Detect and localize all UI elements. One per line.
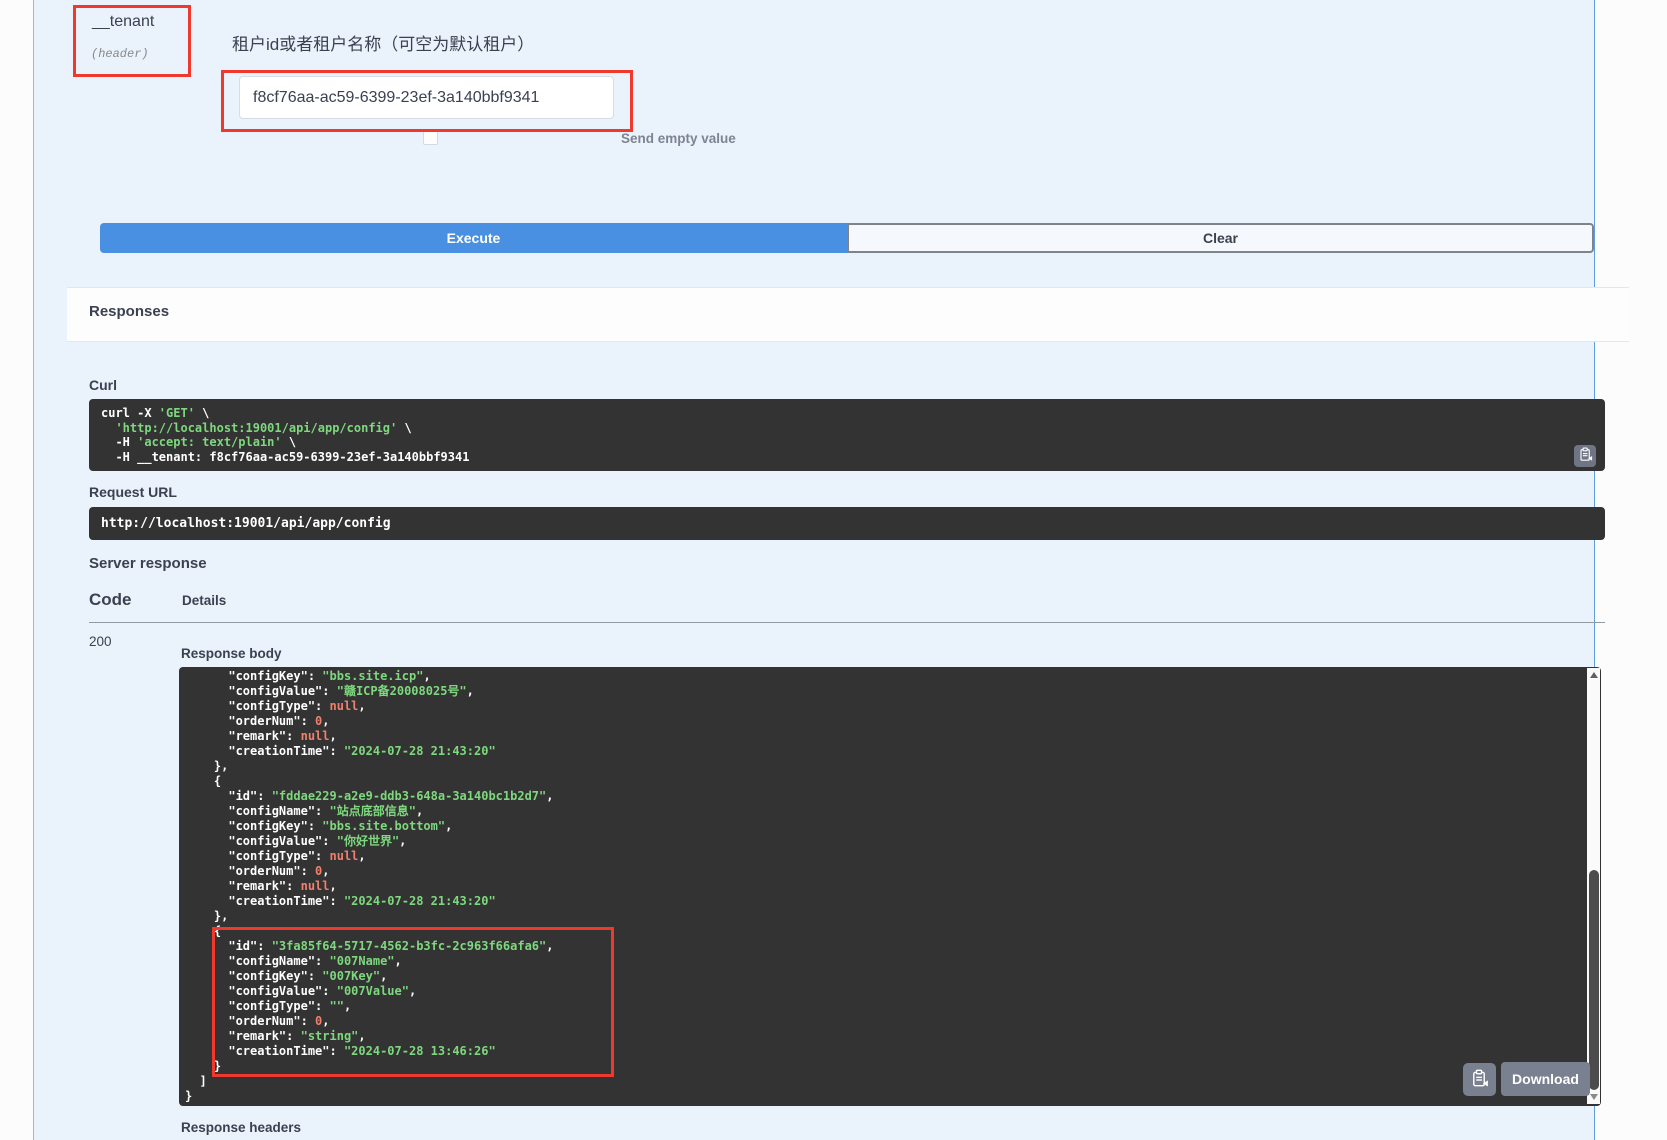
response-body-copy-button[interactable] — [1463, 1063, 1496, 1096]
response-table-divider — [89, 622, 1605, 623]
request-url-text: http://localhost:19001/api/app/config — [101, 516, 391, 531]
scroll-down-arrow-icon[interactable] — [1590, 1094, 1598, 1100]
status-code: 200 — [89, 634, 112, 649]
request-url-label: Request URL — [89, 484, 177, 500]
swagger-operation-page: __tenant (header) 租户id或者租户名称（可空为默认租户） Se… — [0, 0, 1667, 1140]
scrollbar-thumb[interactable] — [1589, 870, 1599, 1090]
response-body-block: "configKey": "bbs.site.icp", "configValu… — [179, 667, 1601, 1106]
server-response-label: Server response — [89, 555, 207, 572]
responses-header-band — [67, 287, 1629, 342]
details-column-header: Details — [182, 593, 226, 608]
clear-button[interactable]: Clear — [847, 223, 1594, 253]
response-body-label: Response body — [181, 646, 282, 661]
execute-button[interactable]: Execute — [100, 223, 847, 253]
opblock-section: __tenant (header) 租户id或者租户名称（可空为默认租户） Se… — [33, 0, 1595, 1140]
curl-command-block: curl -X 'GET' \ 'http://localhost:19001/… — [89, 399, 1605, 471]
scroll-up-arrow-icon[interactable] — [1590, 672, 1598, 678]
parameter-description: 租户id或者租户名称（可空为默认租户） — [232, 30, 534, 55]
send-empty-checkbox[interactable] — [423, 130, 438, 145]
download-button[interactable]: Download — [1501, 1062, 1590, 1096]
clipboard-copy-icon — [1470, 1069, 1489, 1091]
request-url-block: http://localhost:19001/api/app/config — [89, 507, 1605, 540]
curl-label: Curl — [89, 377, 117, 393]
send-empty-label: Send empty value — [621, 131, 736, 146]
parameter-location: (header) — [91, 47, 149, 61]
responses-title: Responses — [89, 303, 169, 320]
parameter-name: __tenant — [92, 13, 154, 31]
response-body-scrollbar[interactable] — [1587, 668, 1600, 1104]
clipboard-copy-icon — [1578, 447, 1593, 465]
code-column-header: Code — [89, 590, 132, 610]
curl-copy-button[interactable] — [1574, 445, 1596, 467]
response-headers-label: Response headers — [181, 1120, 301, 1135]
tenant-value-input[interactable] — [239, 76, 614, 119]
